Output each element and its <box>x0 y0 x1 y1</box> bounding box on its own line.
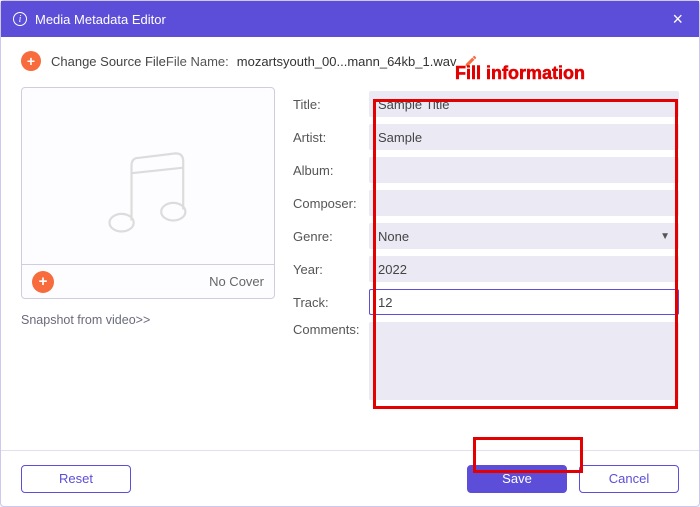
artist-input[interactable] <box>369 124 679 150</box>
filename-label: File Name: <box>166 54 229 69</box>
year-label: Year: <box>293 262 361 277</box>
top-row: + Change Source File File Name: mozartsy… <box>1 37 699 77</box>
no-cover-label: No Cover <box>54 274 264 289</box>
window-title: Media Metadata Editor <box>35 12 166 27</box>
genre-value: None <box>378 229 409 244</box>
artist-label: Artist: <box>293 130 361 145</box>
chevron-down-icon: ▼ <box>660 231 670 242</box>
add-cover-icon[interactable]: + <box>32 271 54 293</box>
metadata-form: Title: Artist: Album: Composer: Genre: N… <box>293 87 679 450</box>
music-note-icon <box>93 138 203 248</box>
change-source-icon[interactable]: + <box>21 51 41 71</box>
cancel-button[interactable]: Cancel <box>579 465 679 493</box>
title-label: Title: <box>293 97 361 112</box>
genre-label: Genre: <box>293 229 361 244</box>
info-icon: i <box>13 12 27 26</box>
composer-input[interactable] <box>369 190 679 216</box>
year-input[interactable] <box>369 256 679 282</box>
track-input[interactable] <box>369 289 679 315</box>
composer-label: Composer: <box>293 196 361 211</box>
app-window: i Media Metadata Editor × + Change Sourc… <box>0 0 700 507</box>
cover-box: + No Cover <box>21 87 275 299</box>
comments-input[interactable] <box>369 322 679 400</box>
genre-select[interactable]: None ▼ <box>369 223 679 249</box>
content-area: + No Cover Snapshot from video>> Title: … <box>1 77 699 450</box>
close-icon[interactable]: × <box>668 9 687 30</box>
title-bar: i Media Metadata Editor × <box>1 1 699 37</box>
reset-button[interactable]: Reset <box>21 465 131 493</box>
save-button[interactable]: Save <box>467 465 567 493</box>
snapshot-link[interactable]: Snapshot from video>> <box>21 313 275 327</box>
cover-column: + No Cover Snapshot from video>> <box>21 87 275 450</box>
change-source-label[interactable]: Change Source File <box>51 54 166 69</box>
footer: Reset Save Cancel <box>1 450 699 506</box>
annotation-fill-info: Fill information <box>455 63 585 84</box>
album-input[interactable] <box>369 157 679 183</box>
no-cover-row: + No Cover <box>22 264 274 298</box>
filename-value: mozartsyouth_00...mann_64kb_1.wav <box>237 54 457 69</box>
comments-label: Comments: <box>293 322 361 337</box>
album-label: Album: <box>293 163 361 178</box>
track-label: Track: <box>293 295 361 310</box>
title-input[interactable] <box>369 91 679 117</box>
